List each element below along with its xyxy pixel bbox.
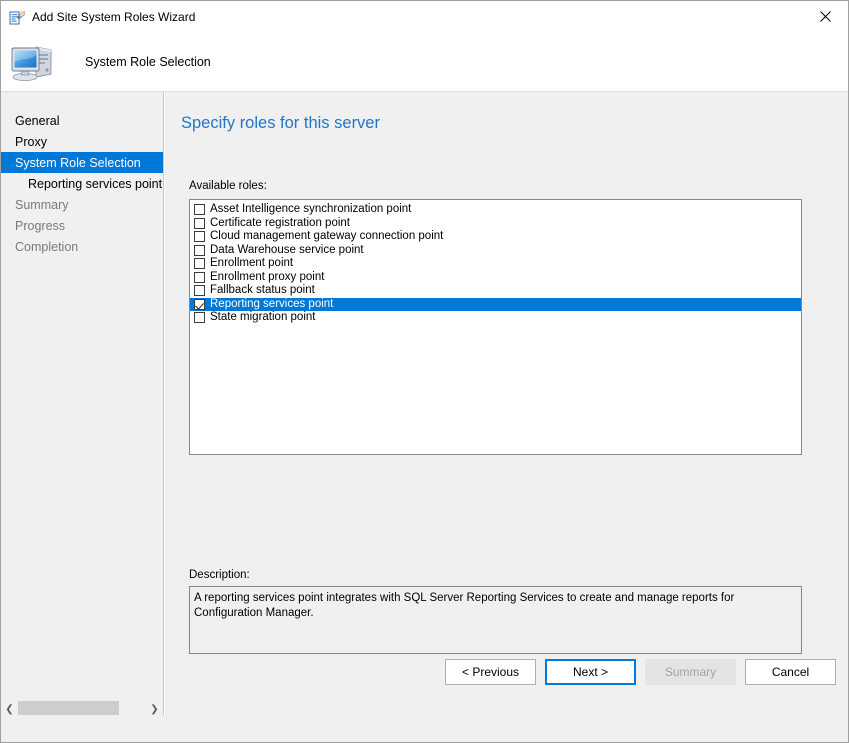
cancel-button[interactable]: Cancel bbox=[745, 659, 836, 685]
role-label: Certificate registration point bbox=[210, 217, 350, 230]
next-button[interactable]: Next > bbox=[545, 659, 636, 685]
sidebar-item-label: System Role Selection bbox=[15, 156, 141, 170]
role-checkbox[interactable] bbox=[194, 299, 205, 310]
role-label: Fallback status point bbox=[210, 284, 315, 297]
sidebar-item-label: Completion bbox=[15, 240, 78, 254]
role-row[interactable]: Certificate registration point bbox=[190, 217, 801, 231]
previous-button-label: < Previous bbox=[462, 665, 519, 679]
sidebar-item-label: Summary bbox=[15, 198, 68, 212]
role-row[interactable]: Enrollment point bbox=[190, 257, 801, 271]
window-footer bbox=[1, 715, 848, 742]
sidebar-nav: General Proxy System Role Selection Repo… bbox=[1, 110, 163, 257]
wizard-banner: System Role Selection bbox=[1, 32, 848, 91]
role-checkbox[interactable] bbox=[194, 204, 205, 215]
role-checkbox[interactable] bbox=[194, 218, 205, 229]
sidebar-item-summary[interactable]: Summary bbox=[1, 194, 163, 215]
role-checkbox[interactable] bbox=[194, 258, 205, 269]
role-checkbox[interactable] bbox=[194, 285, 205, 296]
role-label: State migration point bbox=[210, 311, 315, 324]
main-content: Specify roles for this server Available … bbox=[165, 91, 848, 717]
role-checkbox[interactable] bbox=[194, 245, 205, 256]
page-title: Specify roles for this server bbox=[181, 114, 380, 133]
sidebar-item-reporting-services-point[interactable]: Reporting services point bbox=[1, 173, 163, 194]
sidebar-item-general[interactable]: General bbox=[1, 110, 163, 131]
close-icon[interactable] bbox=[802, 1, 848, 31]
role-label: Data Warehouse service point bbox=[210, 244, 364, 257]
role-label: Asset Intelligence synchronization point bbox=[210, 203, 411, 216]
sidebar-item-label: Proxy bbox=[15, 135, 47, 149]
role-checkbox[interactable] bbox=[194, 312, 205, 323]
role-label: Cloud management gateway connection poin… bbox=[210, 230, 443, 243]
role-row[interactable]: State migration point bbox=[190, 311, 801, 325]
role-row[interactable]: Asset Intelligence synchronization point bbox=[190, 203, 801, 217]
sidebar-item-proxy[interactable]: Proxy bbox=[1, 131, 163, 152]
role-row[interactable]: Fallback status point bbox=[190, 284, 801, 298]
wizard-wand-icon bbox=[9, 9, 25, 25]
previous-button[interactable]: < Previous bbox=[445, 659, 536, 685]
wizard-sidebar: General Proxy System Role Selection Repo… bbox=[1, 91, 164, 717]
role-label: Reporting services point bbox=[210, 298, 333, 311]
description-text: A reporting services point integrates wi… bbox=[194, 591, 796, 620]
available-roles-list[interactable]: Asset Intelligence synchronization point… bbox=[189, 199, 802, 455]
summary-button-label: Summary bbox=[665, 665, 716, 679]
role-checkbox[interactable] bbox=[194, 272, 205, 283]
available-roles-label: Available roles: bbox=[189, 180, 267, 192]
role-row[interactable]: Enrollment proxy point bbox=[190, 271, 801, 285]
sidebar-item-label: General bbox=[15, 114, 59, 128]
sidebar-item-progress[interactable]: Progress bbox=[1, 215, 163, 236]
next-button-label: Next > bbox=[573, 665, 608, 679]
computer-server-icon bbox=[10, 41, 56, 83]
title-bar: Add Site System Roles Wizard bbox=[1, 1, 848, 32]
wizard-window: Add Site System Roles Wizard bbox=[0, 0, 849, 743]
wizard-button-bar: < Previous Next > Summary Cancel bbox=[445, 659, 836, 685]
description-label: Description: bbox=[189, 569, 250, 581]
role-row[interactable]: Cloud management gateway connection poin… bbox=[190, 230, 801, 244]
role-label: Enrollment proxy point bbox=[210, 271, 324, 284]
summary-button: Summary bbox=[645, 659, 736, 685]
role-checkbox[interactable] bbox=[194, 231, 205, 242]
sidebar-item-completion[interactable]: Completion bbox=[1, 236, 163, 257]
window-title: Add Site System Roles Wizard bbox=[32, 9, 195, 25]
role-row[interactable]: Data Warehouse service point bbox=[190, 244, 801, 258]
role-label: Enrollment point bbox=[210, 257, 293, 270]
cancel-button-label: Cancel bbox=[772, 665, 809, 679]
description-box: A reporting services point integrates wi… bbox=[189, 586, 802, 654]
sidebar-item-system-role-selection[interactable]: System Role Selection bbox=[1, 152, 163, 173]
sidebar-item-label: Reporting services point bbox=[28, 177, 162, 191]
banner-title: System Role Selection bbox=[85, 55, 211, 69]
sidebar-item-label: Progress bbox=[15, 219, 65, 233]
role-row-selected[interactable]: Reporting services point bbox=[190, 298, 801, 312]
